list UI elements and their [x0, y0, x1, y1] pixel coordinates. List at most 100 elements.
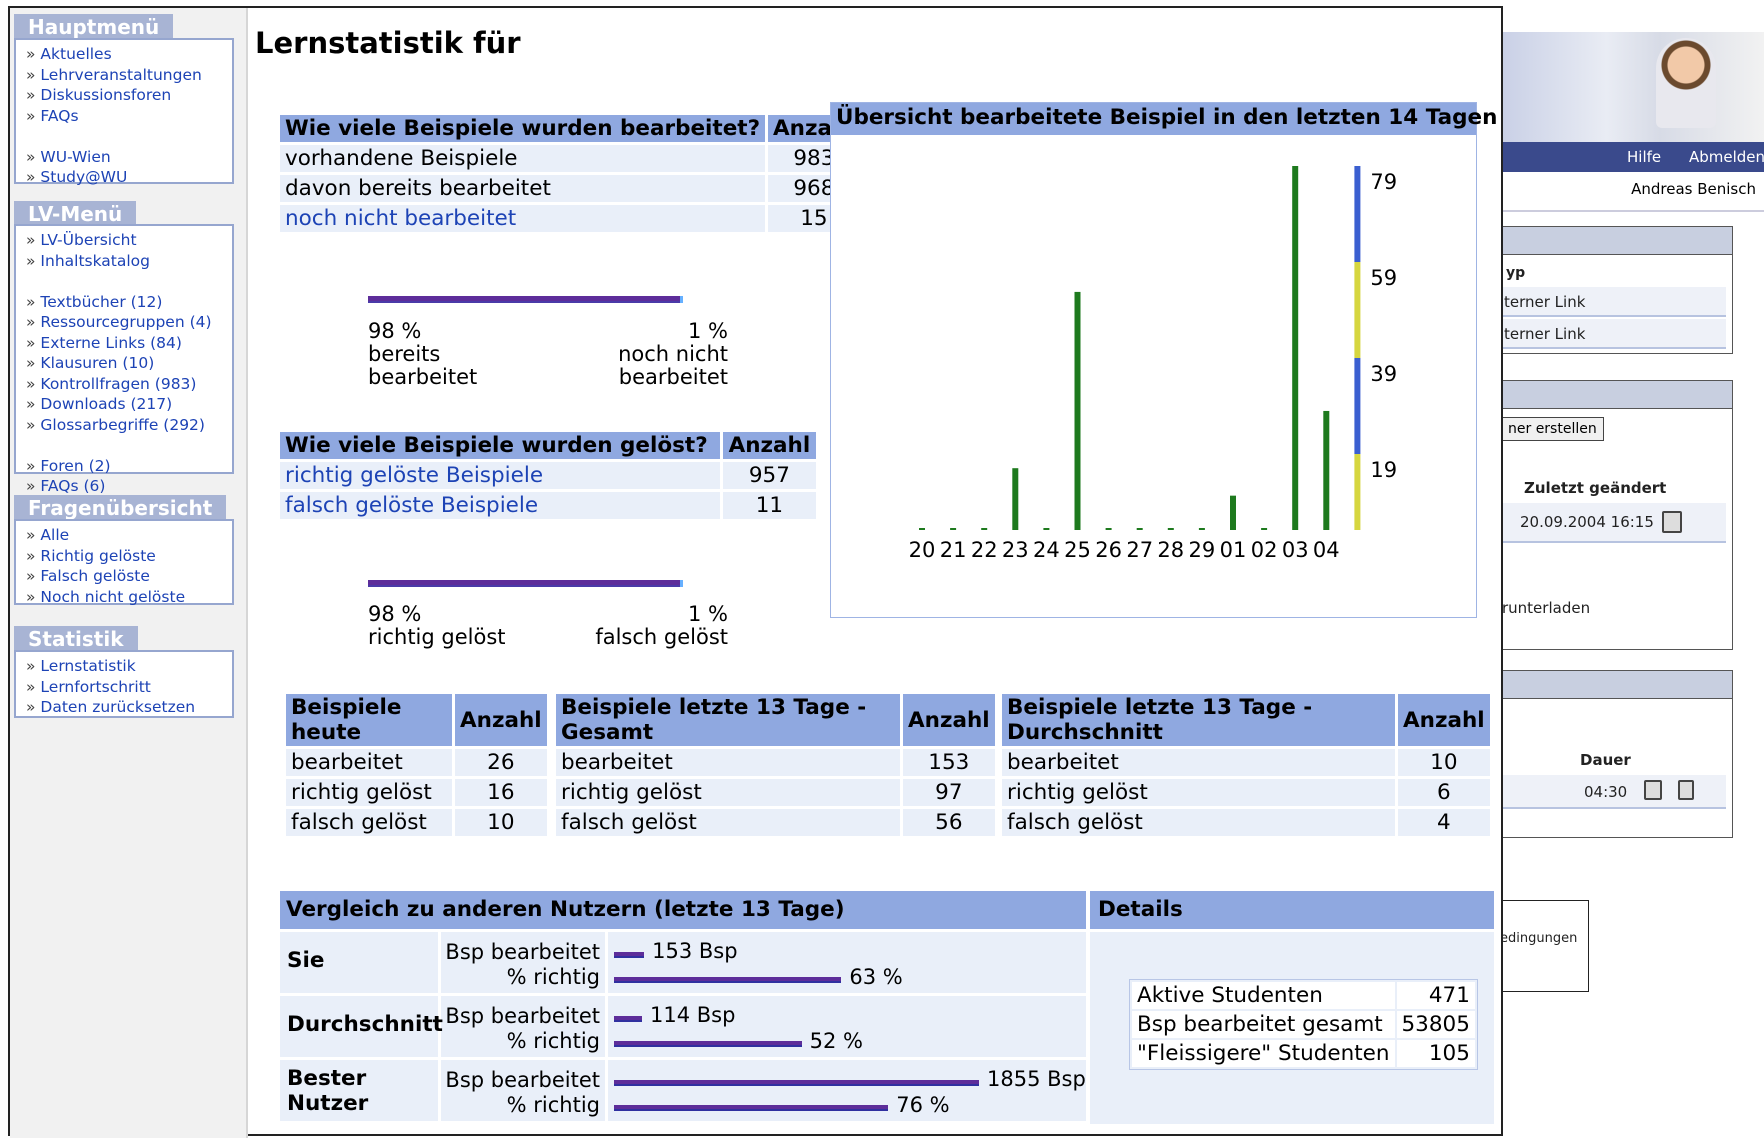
- row-value: 6: [1398, 779, 1490, 806]
- chart-bar: [1323, 410, 1330, 530]
- menu-item-statistik[interactable]: » Lernstatistik: [26, 656, 232, 677]
- edit-icon[interactable]: [1644, 780, 1662, 800]
- x-tick-label: 23: [1002, 538, 1029, 562]
- scale-segment: [1354, 166, 1361, 262]
- x-tick-label: 26: [1095, 538, 1122, 562]
- table-row: Bsp bearbeitet gesamt 53805: [1132, 1011, 1475, 1038]
- row-label: richtig gelöst: [556, 779, 900, 806]
- not-worked-link[interactable]: noch nicht bearbeitet: [280, 205, 766, 232]
- menu-item-lvmenu[interactable]: » FAQs (6): [26, 476, 232, 497]
- raquo-icon: »: [26, 698, 41, 716]
- divider: [1501, 210, 1764, 212]
- worked-value: 153 Bsp: [652, 939, 738, 963]
- menu-lvmenu: » LV-Übersicht» Inhaltskatalog » Textbüch…: [14, 224, 234, 495]
- person-photo: [1656, 38, 1716, 128]
- menu-hauptmenu: » Aktuelles» Lehrveranstaltungen» Diskus…: [14, 38, 234, 186]
- chart-panel: Übersicht bearbeitete Beispiel in den le…: [830, 102, 1497, 618]
- logout-link[interactable]: Abmelden: [1689, 148, 1764, 166]
- menu-item-statistik[interactable]: » Lernfortschritt: [26, 677, 232, 698]
- scale-label: 39: [1370, 362, 1397, 386]
- menu-item-hauptmenu[interactable]: » Aktuelles: [26, 44, 232, 65]
- chart-bar: [1136, 528, 1143, 530]
- chart-bar: [1074, 291, 1081, 530]
- menu-item-statistik[interactable]: » Daten zurücksetzen: [26, 697, 232, 718]
- menu-header-hauptmenu: Hauptmenü: [14, 14, 174, 40]
- row-value: 11: [722, 492, 816, 519]
- row-label: richtig gelöst: [286, 779, 452, 806]
- table-header: Beispiele letzte 13 Tage - Gesamt: [556, 694, 900, 746]
- download-link[interactable]: runterladen: [1502, 599, 1590, 617]
- menu-item-lvmenu[interactable]: » Ressourcegruppen (4): [26, 312, 232, 333]
- raquo-icon: »: [26, 168, 41, 186]
- raquo-icon: »: [26, 251, 41, 270]
- menu-item-lvmenu[interactable]: » Externe Links (84): [26, 333, 232, 354]
- menu-item-lvmenu[interactable]: » Foren (2): [26, 456, 232, 477]
- today-table: Beispiele heute Anzahl bearbeitet 26 richt…: [283, 691, 550, 839]
- create-button[interactable]: ner erstellen: [1501, 417, 1604, 441]
- menu-item-fragen[interactable]: » Alle: [26, 525, 232, 546]
- compare-labels: Bsp bearbeitet% richtig: [445, 940, 600, 989]
- table-row[interactable]: falsch gelöste Beispiele 11: [280, 492, 816, 519]
- chart-bar: [1043, 528, 1050, 530]
- table-header: Anzahl: [722, 432, 816, 459]
- worked-value: 114 Bsp: [650, 1003, 736, 1027]
- menu-item-lvmenu[interactable]: » Klausuren (10): [26, 353, 232, 374]
- bg-footer-box: edingungen: [1499, 900, 1589, 992]
- compare-user-name: Bester Nutzer: [287, 1066, 369, 1116]
- row-label: davon bereits bearbeitet: [280, 175, 766, 202]
- compare-labels: Bsp bearbeitet% richtig: [445, 1004, 600, 1053]
- raquo-icon: »: [26, 106, 41, 125]
- correct-link[interactable]: richtig gelöste Beispiele: [280, 462, 720, 489]
- table-row: richtig gelöst 16: [286, 779, 547, 806]
- menu-fragen: » Alle» Richtig gelöste» Falsch gelöste»…: [14, 519, 234, 608]
- row-value: 4: [1398, 809, 1490, 836]
- menu-item-lvmenu[interactable]: » Glossarbegriffe (292): [26, 415, 232, 436]
- raquo-icon: »: [26, 546, 41, 565]
- row-value: 957: [722, 462, 816, 489]
- help-link[interactable]: Hilfe: [1627, 148, 1661, 166]
- menu-item-hauptmenu[interactable]: » FAQs: [26, 106, 232, 127]
- menu-item-fragen[interactable]: » Richtig gelöste: [26, 546, 232, 567]
- table-row: falsch gelöst 10: [286, 809, 547, 836]
- menu-item-lvmenu[interactable]: » Downloads (217): [26, 394, 232, 415]
- menu-item-fragen[interactable]: » Falsch gelöste: [26, 566, 232, 587]
- menu-header-statistik: Statistik: [14, 626, 138, 652]
- row-label: vorhandene Beispiele: [280, 145, 766, 172]
- correct-value: 63 %: [849, 965, 903, 989]
- copy-icon[interactable]: [1662, 511, 1682, 533]
- menu-item-hauptmenu[interactable]: » WU-Wien: [26, 147, 232, 168]
- menu-item-lvmenu[interactable]: » Inhaltskatalog: [26, 251, 232, 272]
- table-row[interactable]: 20.09.2004 16:15: [1502, 503, 1726, 543]
- menu-item-hauptmenu[interactable]: » Lehrveranstaltungen: [26, 65, 232, 86]
- list-item[interactable]: terner Link: [1502, 319, 1726, 349]
- raquo-icon: »: [26, 395, 41, 413]
- background-window: Hilfe Abmelden Andreas Benisch yp terner…: [1499, 30, 1764, 1010]
- menu-item-lvmenu[interactable]: » Kontrollfragen (983): [26, 374, 232, 395]
- menu-item-lvmenu[interactable]: » Textbücher (12): [26, 292, 232, 313]
- row-label: bearbeitet: [1002, 749, 1395, 776]
- row-label: bearbeitet: [286, 749, 452, 776]
- menu-item-lvmenu[interactable]: » LV-Übersicht: [26, 230, 232, 251]
- correct-bar: [614, 1041, 802, 1047]
- menu-item-fragen[interactable]: » Noch nicht gelöste: [26, 587, 232, 608]
- scale-segment: [1354, 262, 1361, 358]
- details-table: Aktive Studenten 471 Bsp bearbeitet gesam…: [1129, 979, 1478, 1070]
- menu-item-hauptmenu[interactable]: » Study@WU: [26, 167, 232, 188]
- x-tick-label: 27: [1126, 538, 1153, 562]
- worked-bar: [614, 952, 645, 958]
- bg-panel-duration: Dauer 04:30: [1501, 670, 1733, 838]
- correct-bar: [614, 1105, 889, 1111]
- row-value: 97: [903, 779, 995, 806]
- x-tick-label: 29: [1189, 538, 1216, 562]
- table-header: Anzahl: [455, 694, 547, 746]
- list-item[interactable]: terner Link: [1502, 287, 1726, 317]
- table-row: richtig gelöst 6: [1002, 779, 1490, 806]
- row-label: falsch gelöst: [556, 809, 900, 836]
- wrong-link[interactable]: falsch gelöste Beispiele: [280, 492, 720, 519]
- trash-icon[interactable]: [1678, 780, 1694, 800]
- table-row[interactable]: 04:30: [1502, 775, 1726, 809]
- table-row[interactable]: richtig gelöste Beispiele 957: [280, 462, 816, 489]
- scale-label: 79: [1370, 170, 1397, 194]
- table-row[interactable]: noch nicht bearbeitet 15: [280, 205, 860, 232]
- menu-item-hauptmenu[interactable]: » Diskussionsforen: [26, 85, 232, 106]
